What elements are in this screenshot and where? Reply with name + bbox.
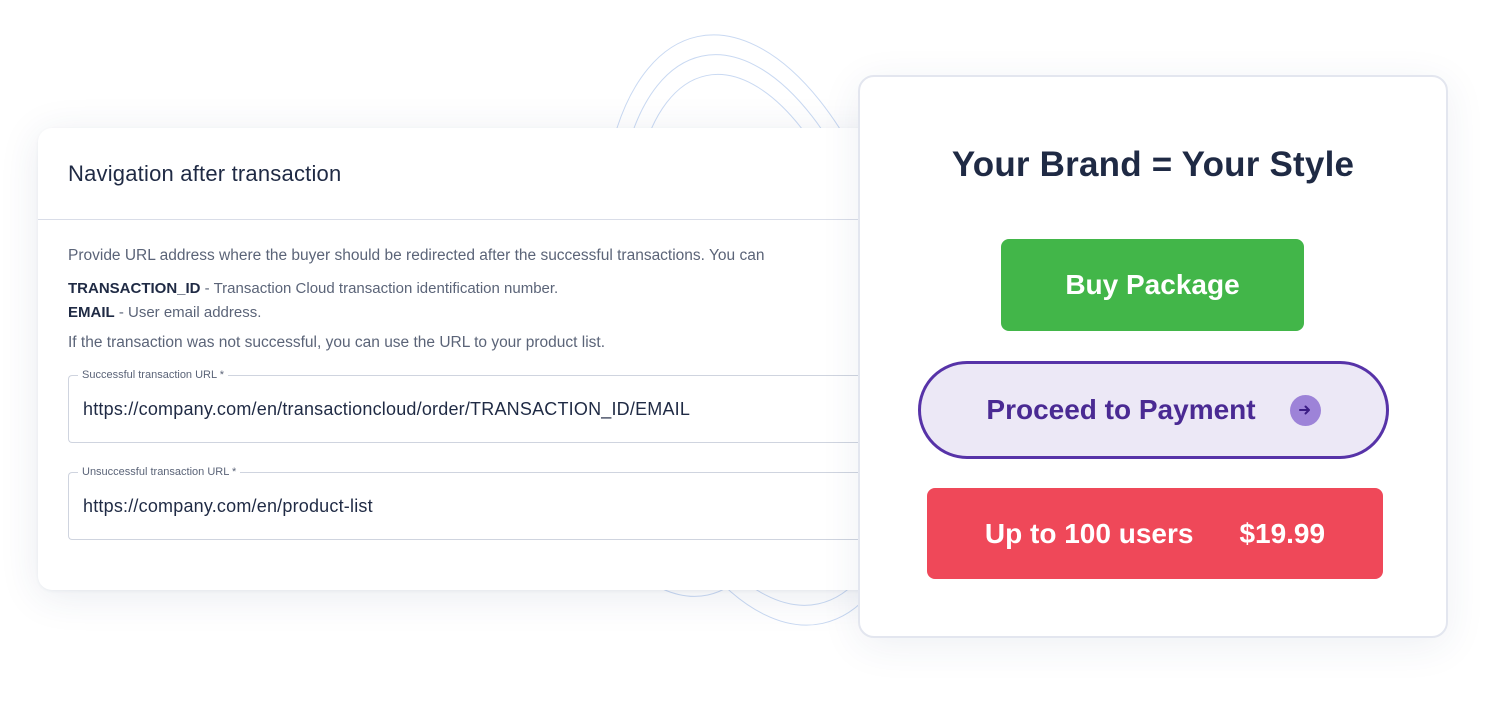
unsuccessful-url-label: Unsuccessful transaction URL * <box>78 465 241 479</box>
variable-description: - Transaction Cloud transaction identifi… <box>200 280 559 297</box>
variable-email: EMAIL - User email address. <box>68 303 898 323</box>
card-header: Navigation after transaction <box>38 128 898 220</box>
variable-key: TRANSACTION_ID <box>68 280 201 297</box>
card-title: Navigation after transaction <box>68 160 342 186</box>
buy-package-button[interactable]: Buy Package <box>1001 239 1304 331</box>
variable-transaction-id: TRANSACTION_ID - Transaction Cloud trans… <box>68 279 898 299</box>
intro-text: Provide URL address where the buyer shou… <box>68 247 765 264</box>
brand-title: Your Brand = Your Style <box>951 145 1355 184</box>
proceed-label: Proceed to Payment <box>986 394 1256 425</box>
failure-note: If the transaction was not successful, y… <box>68 334 606 351</box>
unsuccessful-url-field[interactable]: Unsuccessful transaction URL * https://c… <box>68 465 898 540</box>
plan-label: Up to 100 users <box>984 517 1194 549</box>
variable-key: EMAIL <box>68 304 115 321</box>
plan-price: $19.99 <box>1239 517 1326 549</box>
successful-url-field[interactable]: Successful transaction URL * https://com… <box>68 368 898 443</box>
variable-description: - User email address. <box>114 304 262 321</box>
card-body: Provide URL address where the buyer shou… <box>38 220 898 540</box>
unsuccessful-url-input[interactable]: https://company.com/en/product-list <box>83 496 373 517</box>
navigation-settings-card: Navigation after transaction Provide URL… <box>38 128 898 590</box>
brand-style-card: Your Brand = Your Style Buy Package Proc… <box>858 75 1448 638</box>
proceed-to-payment-button[interactable]: Proceed to Payment <box>918 361 1389 459</box>
successful-url-input[interactable]: https://company.com/en/transactioncloud/… <box>83 399 690 420</box>
successful-url-label: Successful transaction URL * <box>78 368 229 382</box>
arrow-right-icon <box>1289 394 1321 426</box>
pricing-plan-button[interactable]: Up to 100 users $19.99 <box>927 488 1383 579</box>
